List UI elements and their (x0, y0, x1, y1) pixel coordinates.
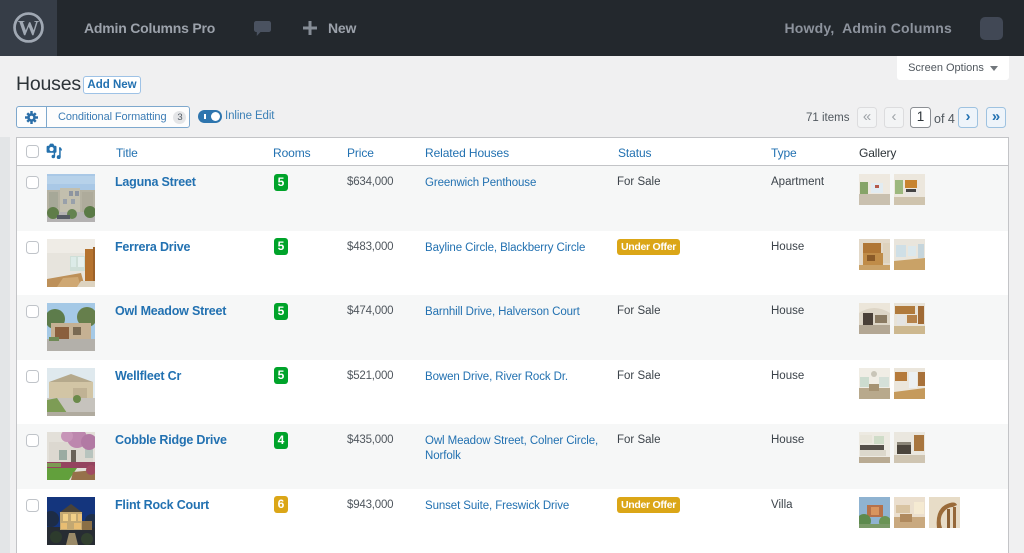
svg-text:W: W (18, 16, 39, 40)
